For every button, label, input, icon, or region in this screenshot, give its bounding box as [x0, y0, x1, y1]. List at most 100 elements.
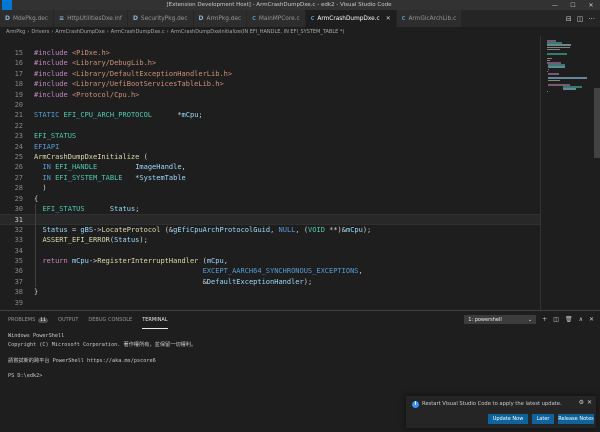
- line-number: 28: [14, 184, 23, 193]
- tab-mdepkg-dec[interactable]: D MdePkg.dec: [0, 10, 55, 27]
- later-button[interactable]: Later: [532, 414, 554, 424]
- tab-mainmpcore-c[interactable]: C MainMPCore.c: [247, 10, 306, 27]
- close-window-button[interactable]: ✕: [582, 0, 600, 10]
- code-line[interactable]: 35 return mCpu->RegisterInterruptHandler…: [0, 256, 540, 266]
- code-line[interactable]: 39: [0, 298, 540, 308]
- panel-actions: 1: powershell ⌄ + ◫ 🗑 ∧ ✕: [464, 315, 594, 324]
- minimap-line: [547, 79, 561, 82]
- code-line[interactable]: 36 EXCEPT_AARCH64_SYNCHRONOUS_EXCEPTIONS…: [0, 266, 540, 276]
- breadcrumb: ArmPkg › Drivers › ArmCrashDumpDxe › Arm…: [0, 27, 600, 36]
- code-text: ): [34, 184, 47, 193]
- compare-changes-icon[interactable]: ⊟: [566, 15, 572, 23]
- code-line[interactable]: 26 IN EFI_HANDLE ImageHandle,: [0, 162, 540, 172]
- line-number: 27: [14, 173, 23, 182]
- minimap-line: [547, 68, 549, 71]
- line-number: 19: [14, 90, 23, 99]
- line-number: 22: [14, 121, 23, 130]
- code-line[interactable]: 32 Status = gBS->LocateProtocol (&gEfiCp…: [0, 225, 540, 235]
- code-line[interactable]: 38}: [0, 287, 540, 297]
- split-terminal-icon[interactable]: ◫: [553, 316, 559, 323]
- minimize-button[interactable]: —: [546, 0, 564, 10]
- editor-actions: ⊟ ◫ ···: [566, 10, 600, 27]
- maximize-button[interactable]: ☐: [564, 0, 582, 10]
- code-line[interactable]: 33 ASSERT_EFI_ERROR(Status);: [0, 235, 540, 245]
- terminal-line: Windows PowerShell: [8, 333, 65, 339]
- tab-armpkg-dec[interactable]: D ArmPkg.dec: [193, 10, 248, 27]
- split-editor-icon[interactable]: ◫: [577, 15, 584, 23]
- code-line[interactable]: 31: [0, 214, 540, 225]
- code-line[interactable]: 34: [0, 246, 540, 256]
- more-actions-icon[interactable]: ···: [588, 15, 595, 23]
- tab-debug-console[interactable]: DEBUG CONSOLE: [88, 311, 132, 329]
- tab-armgicarchlib-c[interactable]: C ArmGicArchLib.c: [396, 10, 463, 27]
- add-terminal-icon[interactable]: +: [542, 316, 547, 323]
- tab-label: DEBUG CONSOLE: [88, 317, 133, 323]
- maximize-panel-icon[interactable]: ∧: [579, 316, 583, 323]
- tab-label: SecurityPkg.dec: [140, 15, 188, 22]
- line-number: 23: [14, 132, 23, 141]
- tab-output[interactable]: OUTPUT: [58, 311, 78, 329]
- close-panel-icon[interactable]: ✕: [589, 316, 594, 323]
- terminal-prompt[interactable]: PS D:\edk2>: [8, 373, 42, 379]
- tab-problems[interactable]: PROBLEMS 11: [8, 311, 49, 329]
- code-line[interactable]: 25 ArmCrashDumpDxeInitialize (: [0, 152, 540, 162]
- code-line[interactable]: 27 IN EFI_SYSTEM_TABLE *SystemTable: [0, 173, 540, 183]
- tab-httputilitiesdxe-inf[interactable]: ≡ HttpUtilitiesDxe.inf: [54, 10, 128, 27]
- breadcrumb-item[interactable]: ArmPkg: [6, 29, 25, 35]
- code-line[interactable]: 28 ): [0, 183, 540, 193]
- inf-file-icon: ≡: [59, 15, 65, 22]
- breadcrumb-item[interactable]: ArmCrashDumpDxe: [55, 29, 104, 35]
- code-line[interactable]: 30 EFI_STATUS Status;: [0, 204, 540, 214]
- code-line[interactable]: 19 #include <Protocol/Cpu.h>: [0, 90, 540, 100]
- minimap[interactable]: [545, 36, 590, 310]
- trash-icon[interactable]: 🗑: [565, 316, 573, 323]
- close-notification-icon[interactable]: ✕: [587, 399, 592, 406]
- code-line[interactable]: 24 EFIAPI: [0, 142, 540, 152]
- code-text: #include <Library/DebugLib.h>: [34, 59, 157, 68]
- line-number: 30: [14, 205, 23, 213]
- release-notes-button[interactable]: Release Notes: [558, 414, 594, 424]
- tab-label: TERMINAL: [142, 316, 168, 323]
- line-number: 35: [14, 257, 23, 265]
- tab-label: ArmGicArchLib.c: [408, 15, 457, 22]
- tab-armcrashdumpdxe-c[interactable]: C ArmCrashDumpDxe.c ✕: [305, 10, 397, 27]
- c-file-icon: C: [252, 15, 256, 22]
- window-controls: — ☐ ✕: [546, 0, 600, 10]
- code-text: IN EFI_SYSTEM_TABLE *SystemTable: [42, 173, 186, 182]
- code-line[interactable]: 20: [0, 100, 540, 110]
- minimap-line: [547, 48, 560, 51]
- gear-icon[interactable]: ⚙: [579, 399, 584, 406]
- code-line[interactable]: 29 {: [0, 194, 540, 204]
- close-tab-icon[interactable]: ✕: [386, 15, 391, 22]
- tab-terminal[interactable]: TERMINAL: [142, 311, 168, 329]
- code-line[interactable]: 22: [0, 121, 540, 131]
- editor-scrollbar[interactable]: [594, 88, 600, 158]
- line-number: 24: [14, 142, 23, 151]
- code-line[interactable]: 16 #include <Library/DebugLib.h>: [0, 58, 540, 68]
- code-text: #include <Library/UefiBootServicesTableL…: [34, 80, 224, 89]
- code-line[interactable]: 15 #include <PiDxe.h>: [0, 48, 540, 58]
- line-number: 17: [14, 69, 23, 78]
- tab-label: ArmCrashDumpDxe.c: [317, 15, 380, 22]
- update-now-button[interactable]: Update Now: [488, 414, 528, 424]
- breadcrumb-separator: ›: [106, 28, 109, 35]
- terminal-shell-select[interactable]: 1: powershell ⌄: [464, 315, 537, 324]
- vscode-logo-icon: [2, 0, 12, 10]
- code-text: #include <Library/DefaultExceptionHandle…: [34, 69, 233, 78]
- breadcrumb-item[interactable]: ArmCrashDumpDxe.c: [111, 29, 165, 35]
- code-editor[interactable]: 15 #include <PiDxe.h> 16 #include <Library/…: [0, 36, 600, 310]
- code-line[interactable]: 37 &DefaultExceptionHandler);: [0, 277, 540, 287]
- code-line[interactable]: 18 #include <Library/UefiBootServicesTabl…: [0, 79, 540, 89]
- code-line[interactable]: 23 EFI_STATUS: [0, 131, 540, 141]
- breadcrumb-item[interactable]: Drivers: [31, 29, 49, 35]
- dec-file-icon: D: [132, 15, 138, 22]
- tab-securitypkg-dec[interactable]: D SecurityPkg.dec: [127, 10, 194, 27]
- code-line[interactable]: 17 #include <Library/DefaultExceptionHand…: [0, 69, 540, 79]
- c-file-icon: C: [310, 15, 315, 22]
- line-number: 26: [14, 163, 23, 172]
- info-icon: i: [412, 401, 419, 408]
- c-file-icon: C: [401, 15, 406, 22]
- breadcrumb-item[interactable]: ArmCrashDumpDxeInitialize(IN EFI_HANDLE,…: [171, 29, 345, 35]
- minimap-line: [547, 53, 567, 55]
- code-line[interactable]: 21 STATIC EFI_CPU_ARCH_PROTOCOL *mCpu;: [0, 110, 540, 120]
